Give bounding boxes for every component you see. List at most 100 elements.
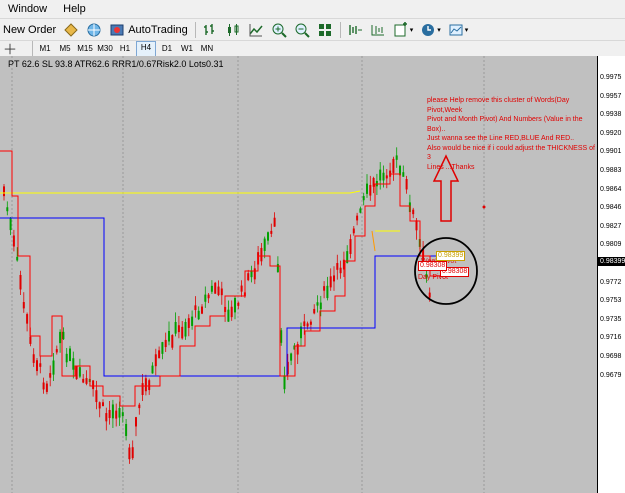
orange-segment [371, 230, 376, 252]
market-watch-button[interactable] [83, 21, 105, 39]
periodicity-button[interactable]: ▾ [417, 21, 444, 39]
line-chart-icon [249, 24, 263, 37]
candle-body [151, 365, 154, 374]
candle-body [12, 235, 15, 247]
tile-windows-button[interactable] [314, 21, 336, 39]
candle-body [158, 350, 161, 359]
candle-body [267, 232, 269, 241]
chevron-down-icon: ▾ [464, 27, 469, 34]
menu-help[interactable]: Help [55, 3, 94, 15]
autoscroll-icon [371, 25, 384, 36]
zoom-in-button[interactable] [268, 21, 290, 39]
globe-icon [87, 23, 101, 37]
candle-body [154, 354, 157, 367]
candle-body [168, 330, 170, 342]
price-tick-label: 0.9846 [600, 204, 622, 212]
candle-body [16, 256, 19, 261]
new-order-button[interactable]: New Order [0, 21, 59, 39]
chart-shift-button[interactable] [344, 21, 366, 39]
candle-body [263, 238, 266, 251]
candle-body [45, 383, 48, 392]
crosshair-icon [4, 43, 16, 55]
menu-bar: Window Help [0, 0, 625, 18]
candle-body [187, 318, 190, 328]
timeframe-m30[interactable]: M30 [96, 42, 114, 56]
pivot-value-box: 0.98308 [418, 261, 448, 271]
candle-body [148, 380, 151, 391]
price-axis: 0.9975 0.9957 0.9938 0.9920 0.9901 0.9883 0.98… [597, 56, 625, 493]
candle-body [247, 273, 250, 281]
candle-body [230, 306, 233, 318]
month-pivot-line [0, 190, 361, 194]
toolbar-separator [339, 22, 341, 38]
price-tick-label: 0.9920 [600, 129, 622, 137]
line-chart-button[interactable] [245, 21, 267, 39]
candle-body [306, 323, 309, 327]
candle-body [385, 175, 388, 179]
templates-button[interactable]: ▾ [445, 21, 472, 39]
templates-icon [449, 24, 463, 36]
candle-body [105, 413, 108, 422]
candle-body [220, 288, 223, 296]
candle-body [72, 358, 75, 370]
candle-body [201, 306, 203, 314]
metaeditor-button[interactable] [60, 21, 82, 39]
candle-body [141, 383, 144, 395]
timeframe-m15[interactable]: M15 [76, 42, 94, 56]
timeframe-mn[interactable]: MN [198, 42, 216, 56]
candle-body [415, 220, 418, 231]
price-chart[interactable]: PT 62.6 SL 93.8 ATR62.6 RRR1/0.67Risk2.0… [0, 56, 597, 493]
current-price-marker: 0.98399 [598, 257, 625, 266]
candle-body [336, 263, 339, 270]
standard-toolbar: New Order AutoTrading ▾ ▾ ▾ [0, 18, 625, 41]
candle-body [412, 209, 415, 215]
timeframe-h4[interactable]: H4 [136, 41, 156, 57]
candle-body [121, 412, 124, 417]
autotrading-button[interactable]: AutoTrading [106, 21, 191, 39]
autoscroll-button[interactable] [367, 21, 389, 39]
toolbar-separator [32, 41, 33, 57]
price-tick-label: 0.9883 [600, 167, 622, 174]
candle-body [59, 331, 62, 344]
candle-body [392, 158, 395, 173]
menu-window[interactable]: Window [0, 3, 55, 15]
pivot-value-box: 0.98399 [436, 251, 466, 261]
candle-body [352, 228, 355, 234]
candle-body [207, 294, 210, 299]
timeframe-m5[interactable]: M5 [56, 42, 74, 56]
indicators-button[interactable]: ▾ [390, 21, 417, 39]
clock-icon [422, 24, 435, 36]
candle-body [326, 285, 329, 299]
candle-body [339, 267, 342, 274]
candle-body [85, 378, 88, 384]
zoom-out-button[interactable] [291, 21, 313, 39]
candle-body [82, 378, 85, 383]
toolbar-separator [194, 22, 196, 38]
timeframe-m1[interactable]: M1 [36, 42, 54, 56]
candle-body [6, 207, 9, 212]
candle-body [78, 367, 81, 377]
candlestick-button[interactable] [222, 21, 244, 39]
timeframe-w1[interactable]: W1 [178, 42, 196, 56]
candle-body [65, 353, 68, 363]
candle-body [111, 404, 114, 419]
candle-body [329, 276, 332, 288]
candle-body [428, 292, 431, 298]
candle-body [197, 310, 200, 320]
candle-body [276, 263, 279, 273]
bar-chart-button[interactable] [199, 21, 221, 39]
timeframe-d1[interactable]: D1 [158, 42, 176, 56]
indicators-icon [394, 22, 407, 37]
candle-body [95, 390, 98, 403]
autotrading-icon [110, 24, 124, 36]
candle-body [55, 349, 58, 353]
timeframe-h1[interactable]: H1 [116, 42, 134, 56]
candle-body [62, 331, 65, 340]
candle-body [237, 302, 240, 306]
candle-body [42, 382, 45, 390]
candle-body [359, 208, 362, 213]
price-tick-label: 0.9679 [600, 371, 622, 379]
price-tick-label: 0.9809 [600, 241, 622, 249]
candle-body [217, 286, 220, 296]
candle-body [3, 186, 5, 197]
